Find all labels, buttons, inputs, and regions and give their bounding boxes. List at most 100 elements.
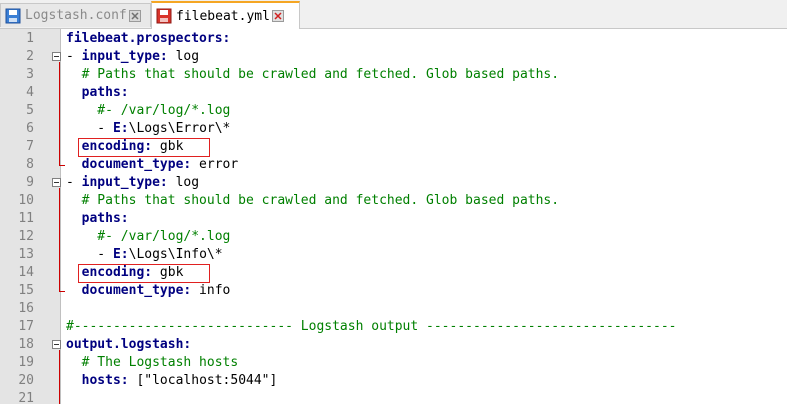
close-icon[interactable] <box>128 9 141 22</box>
yaml-value: - <box>66 175 82 190</box>
code-text: # Paths that should be crawled and fetch… <box>66 192 559 210</box>
yaml-value <box>66 283 82 298</box>
yaml-key: E: <box>112 121 129 136</box>
yaml-value: error <box>191 157 239 172</box>
unsaved-file-icon <box>156 8 172 24</box>
fold-guide-line <box>59 188 60 291</box>
fold-guide-line <box>59 350 60 404</box>
code-text: - input_type: log <box>66 174 199 192</box>
code-editor[interactable]: 1 filebeat.prospectors: 2 - input_type: log… <box>0 29 787 406</box>
fold-end-marker <box>59 165 65 166</box>
highlight-box <box>78 264 210 283</box>
code-line[interactable]: 20 hosts: ["localhost:5044"] <box>0 372 787 390</box>
code-line[interactable]: 9 - input_type: log <box>0 174 787 192</box>
yaml-comment: # Paths that should be crawled and fetch… <box>66 67 560 82</box>
yaml-comment: # The Logstash hosts <box>66 355 239 370</box>
yaml-comment: #- /var/log/*.log <box>66 229 231 244</box>
line-number: 20 <box>18 373 34 388</box>
code-line[interactable]: 19 # The Logstash hosts <box>0 354 787 372</box>
line-number: 6 <box>26 121 34 136</box>
code-text: document_type: info <box>66 282 231 300</box>
fold-end-marker <box>59 291 65 292</box>
code-text: #- /var/log/*.log <box>66 228 230 246</box>
line-number: 1 <box>26 31 34 46</box>
code-text: hosts: ["localhost:5044"] <box>66 372 278 390</box>
tab-logstash-conf[interactable]: Logstash.conf <box>0 3 151 27</box>
code-line[interactable]: 13 - E:\Logs\Info\* <box>0 246 787 264</box>
yaml-key: filebeat.prospectors: <box>66 31 231 46</box>
code-line[interactable]: 1 filebeat.prospectors: <box>0 30 787 48</box>
line-number: 4 <box>26 85 34 100</box>
line-number: 15 <box>18 283 34 298</box>
code-line[interactable]: 2 - input_type: log <box>0 48 787 66</box>
code-line[interactable]: 10 # Paths that should be crawled and fe… <box>0 192 787 210</box>
code-line[interactable]: 15 document_type: info <box>0 282 787 300</box>
yaml-value: ["localhost:5044"] <box>128 373 278 388</box>
line-number: 17 <box>18 319 34 334</box>
yaml-value: info <box>191 283 231 298</box>
save-file-icon <box>5 8 21 23</box>
tab-bar: Logstash.conf filebeat.yml <box>0 0 787 29</box>
yaml-key: hosts: <box>81 373 129 388</box>
tab-filebeat-yml[interactable]: filebeat.yml <box>151 1 300 29</box>
code-line[interactable]: 12 #- /var/log/*.log <box>0 228 787 246</box>
code-text: #- /var/log/*.log <box>66 102 230 120</box>
code-line[interactable]: 5 #- /var/log/*.log <box>0 102 787 120</box>
line-number: 8 <box>26 157 34 172</box>
yaml-key: paths: <box>81 85 129 100</box>
yaml-value: - <box>66 49 82 64</box>
highlight-box <box>78 138 210 157</box>
line-number: 13 <box>18 247 34 262</box>
line-number: 12 <box>18 229 34 244</box>
yaml-value: - <box>66 247 113 262</box>
close-icon[interactable] <box>271 10 284 22</box>
code-line[interactable]: 21 <box>0 390 787 408</box>
yaml-value: \Logs\Error\* <box>128 121 231 136</box>
code-text: # Paths that should be crawled and fetch… <box>66 66 559 84</box>
code-text: document_type: error <box>66 156 239 174</box>
yaml-key: input_type: <box>81 49 168 64</box>
yaml-value: log <box>167 175 200 190</box>
code-line[interactable]: 3 # Paths that should be crawled and fet… <box>0 66 787 84</box>
code-line[interactable]: 16 <box>0 300 787 318</box>
code-line[interactable]: 18 output.logstash: <box>0 336 787 354</box>
fold-guide-line <box>59 62 60 165</box>
yaml-value <box>66 85 82 100</box>
code-line[interactable]: 17 #---------------------------- Logstash… <box>0 318 787 336</box>
fold-toggle-icon[interactable] <box>52 340 61 349</box>
code-text: filebeat.prospectors: <box>66 30 230 48</box>
line-number: 9 <box>26 175 34 190</box>
code-text: paths: <box>66 84 129 102</box>
yaml-value <box>66 157 82 172</box>
yaml-key: input_type: <box>81 175 168 190</box>
code-line[interactable]: 8 document_type: error <box>0 156 787 174</box>
code-text: #---------------------------- Logstash o… <box>66 318 676 336</box>
line-number: 3 <box>26 67 34 82</box>
yaml-value: - <box>66 121 113 136</box>
yaml-key: output.logstash: <box>66 337 192 352</box>
code-line[interactable]: 4 paths: <box>0 84 787 102</box>
line-number: 10 <box>18 193 34 208</box>
code-line[interactable]: 11 paths: <box>0 210 787 228</box>
line-number: 18 <box>18 337 34 352</box>
line-number: 14 <box>18 265 34 280</box>
code-text: - E:\Logs\Info\* <box>66 246 223 264</box>
fold-toggle-icon[interactable] <box>52 52 61 61</box>
line-number: 16 <box>18 301 34 316</box>
code-text: - E:\Logs\Error\* <box>66 120 230 138</box>
yaml-value <box>66 373 82 388</box>
fold-toggle-icon[interactable] <box>52 178 61 187</box>
line-number: 19 <box>18 355 34 370</box>
code-text: # The Logstash hosts <box>66 354 239 372</box>
code-line[interactable]: 6 - E:\Logs\Error\* <box>0 120 787 138</box>
yaml-key: paths: <box>81 211 129 226</box>
yaml-value <box>66 211 82 226</box>
yaml-comment: #- /var/log/*.log <box>66 103 231 118</box>
line-number: 7 <box>26 139 34 154</box>
line-number: 21 <box>18 391 34 406</box>
yaml-comment: #---------------------------- Logstash o… <box>66 319 677 334</box>
tab-label: Logstash.conf <box>25 8 127 23</box>
yaml-key: document_type: <box>81 283 192 298</box>
line-number: 11 <box>18 211 34 226</box>
yaml-value: \Logs\Info\* <box>128 247 223 262</box>
